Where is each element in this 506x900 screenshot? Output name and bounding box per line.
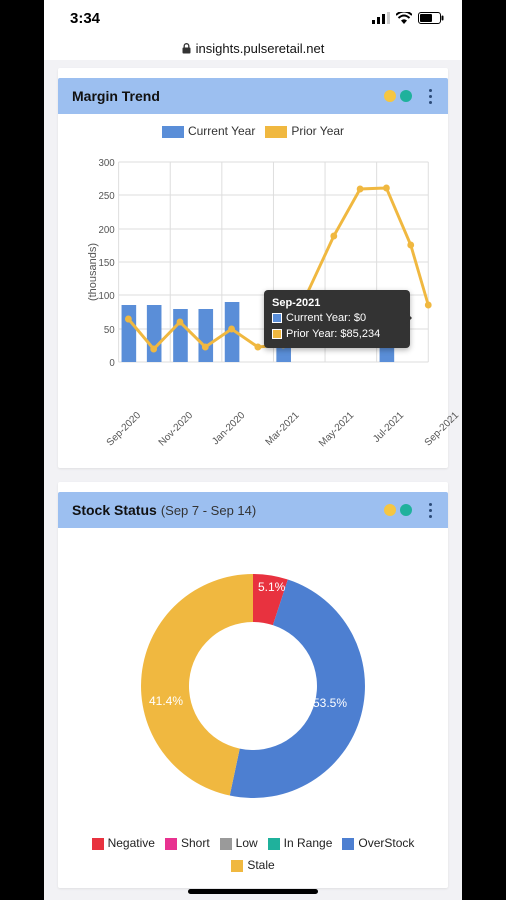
slice-label-overstock: 53.5% — [313, 696, 347, 710]
svg-text:50: 50 — [104, 325, 115, 336]
legend-sw-low — [220, 838, 232, 850]
plot-margin: 300 250 200 150 100 50 0 — [68, 142, 438, 402]
y-axis-label: (thousands) — [87, 243, 99, 301]
legend-overstock: OverStock — [358, 836, 414, 850]
status-dot-yellow — [384, 90, 396, 102]
card-header-margin: Margin Trend — [58, 78, 448, 114]
card-title-margin: Margin Trend — [72, 88, 160, 104]
legend-label-current: Current Year — [188, 124, 255, 138]
svg-text:250: 250 — [99, 191, 116, 202]
statusbar: 3:34 — [44, 0, 462, 36]
legend-stale: Stale — [247, 858, 274, 872]
status-dots-stock — [384, 504, 412, 516]
status-time: 3:34 — [70, 10, 100, 27]
home-indicator[interactable] — [188, 889, 318, 894]
svg-text:200: 200 — [99, 225, 116, 236]
svg-text:0: 0 — [109, 358, 115, 369]
x-axis-labels: Sep-2020 Nov-2020 Jan-2020 Mar-2021 May-… — [68, 402, 438, 454]
legend-short: Short — [181, 836, 210, 850]
url-host: insights.pulseretail.net — [196, 41, 325, 56]
svg-text:150: 150 — [99, 258, 116, 269]
legend-sw-stale — [231, 860, 243, 872]
lock-icon — [182, 43, 191, 54]
tooltip-title: Sep-2021 — [272, 296, 402, 311]
legend-inrange: In Range — [284, 836, 333, 850]
tooltip-swatch-current — [272, 313, 282, 323]
status-icons — [372, 12, 444, 24]
cellular-icon — [372, 12, 390, 24]
chart-tooltip: Sep-2021 Current Year: $0 Prior Year: $8… — [264, 290, 410, 348]
legend-label-prior: Prior Year — [291, 124, 344, 138]
legend-low: Low — [236, 836, 258, 850]
legend-swatch-prior — [265, 126, 287, 138]
status-dot-yellow — [384, 504, 396, 516]
tooltip-current: Current Year: $0 — [286, 312, 366, 324]
card-subtitle-stock: (Sep 7 - Sep 14) — [161, 503, 256, 518]
legend-negative: Negative — [108, 836, 155, 850]
donut-chart[interactable]: 5.1% 53.5% 41.4% — [58, 528, 448, 832]
slice-label-stale: 41.4% — [149, 694, 183, 708]
legend-sw-negative — [92, 838, 104, 850]
wifi-icon — [396, 12, 412, 24]
chart-margin-trend[interactable]: Current Year Prior Year — [58, 114, 448, 468]
battery-icon — [418, 12, 444, 24]
donut-legend: Negative Short Low In Range OverStock St… — [58, 832, 448, 888]
urlbar[interactable]: insights.pulseretail.net — [44, 36, 462, 60]
legend-sw-inrange — [268, 838, 280, 850]
card-title-stock: Stock Status — [72, 502, 157, 518]
card-menu-button-margin[interactable] — [422, 89, 438, 104]
status-dot-teal — [400, 90, 412, 102]
card-margin-trend: Margin Trend Current Year Prior Year — [58, 68, 448, 468]
card-header-stock: Stock Status (Sep 7 - Sep 14) — [58, 492, 448, 528]
status-dot-teal — [400, 504, 412, 516]
card-stock-status: Stock Status (Sep 7 - Sep 14) — [58, 482, 448, 888]
legend-sw-short — [165, 838, 177, 850]
svg-text:300: 300 — [99, 158, 116, 169]
tooltip-prior: Prior Year: $85,234 — [286, 328, 380, 340]
status-dots-margin — [384, 90, 412, 102]
legend-sw-overstock — [342, 838, 354, 850]
legend-margin: Current Year Prior Year — [68, 124, 438, 138]
slice-label-negative: 5.1% — [258, 580, 285, 594]
content-scroll[interactable]: Margin Trend Current Year Prior Year — [44, 60, 462, 900]
legend-swatch-current — [162, 126, 184, 138]
card-menu-button-stock[interactable] — [422, 503, 438, 518]
tooltip-swatch-prior — [272, 329, 282, 339]
svg-text:100: 100 — [99, 291, 116, 302]
